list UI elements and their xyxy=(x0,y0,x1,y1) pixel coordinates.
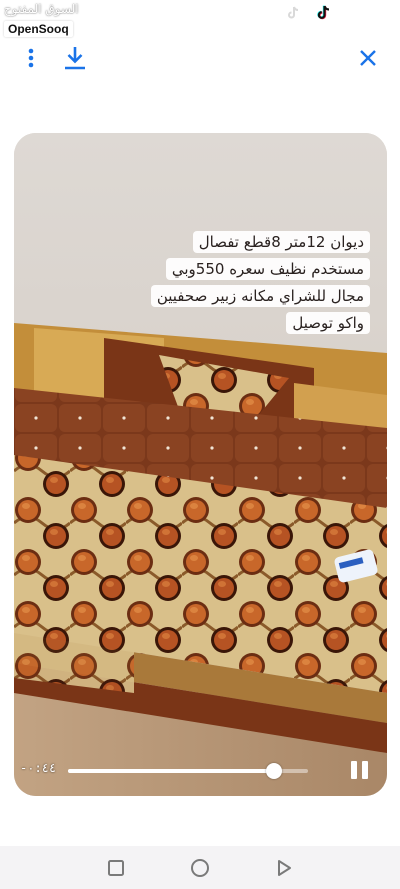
remaining-time: -٠:٤٤ xyxy=(20,761,57,775)
download-button[interactable] xyxy=(59,42,91,74)
system-navigation-bar xyxy=(0,846,400,889)
tiktok-icon xyxy=(317,5,330,20)
watermark-logo: OpenSooq xyxy=(4,21,73,37)
watermark-arabic: السوق المفتوح xyxy=(4,2,79,16)
vertical-dots-icon xyxy=(28,48,34,68)
back-button[interactable] xyxy=(274,858,294,878)
post-caption: ديوان 12متر 8قطع تفصال مستخدم نظيف سعره … xyxy=(134,229,370,337)
caption-line: واكو توصيل xyxy=(286,312,370,334)
caption-line: مجال للشراي مكانه زبير صحفيين xyxy=(150,285,370,307)
tiktok-icon xyxy=(288,6,299,19)
close-x-icon xyxy=(360,50,376,66)
video-player[interactable]: ديوان 12متر 8قطع تفصال مستخدم نظيف سعره … xyxy=(14,133,387,796)
square-recents-icon xyxy=(108,860,124,876)
pause-button[interactable] xyxy=(350,761,370,781)
home-button[interactable] xyxy=(190,858,210,878)
triangle-back-icon xyxy=(278,860,291,876)
recents-button[interactable] xyxy=(106,858,126,878)
top-action-bar xyxy=(0,40,400,80)
more-options-button[interactable] xyxy=(15,42,47,74)
progress-bar[interactable] xyxy=(68,763,308,779)
download-icon xyxy=(65,47,85,70)
opensooq-watermark: السوق المفتوح OpenSooq xyxy=(4,2,84,37)
caption-line: ديوان 12متر 8قطع تفصال xyxy=(192,231,370,253)
circle-home-icon xyxy=(191,859,209,877)
close-button[interactable] xyxy=(352,42,384,74)
progress-fill xyxy=(68,769,275,773)
caption-line: مستخدم نظيف سعره 550وبي xyxy=(165,258,370,280)
